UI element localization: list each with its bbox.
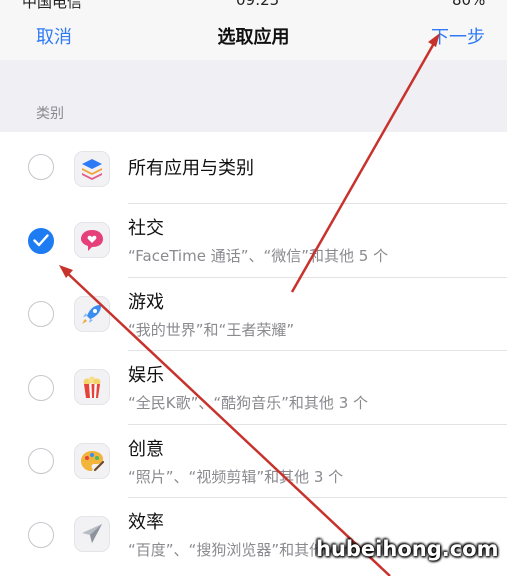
status-bar: 中国电信 09:25 80% <box>0 0 507 14</box>
radio-button-games[interactable] <box>28 301 54 327</box>
radio-button-creativity[interactable] <box>28 448 54 474</box>
paint-palette-icon <box>74 443 110 479</box>
list-item-title: 游戏 <box>128 292 164 313</box>
navigation-bar: 取消 选取应用 下一步 <box>0 14 507 60</box>
paper-plane-icon <box>74 516 110 552</box>
next-step-button[interactable]: 下一步 <box>431 23 485 49</box>
category-list: 所有应用与类别 社交 “FaceTime 通话”、“微信”和其他 5 个 游戏 … <box>0 132 507 576</box>
list-item-games[interactable]: 游戏 “我的世界”和“王者荣耀” <box>0 278 507 352</box>
popcorn-icon <box>74 369 110 405</box>
rocket-icon <box>74 296 110 332</box>
layers-stack-icon <box>74 151 110 187</box>
list-item-social[interactable]: 社交 “FaceTime 通话”、“微信”和其他 5 个 <box>0 204 507 278</box>
checkmark-icon <box>33 234 49 247</box>
list-item-entertainment[interactable]: 娱乐 “全民K歌”、“酷狗音乐”和其他 3 个 <box>0 351 507 425</box>
section-header-category: 类别 <box>36 106 64 122</box>
list-item-all-apps[interactable]: 所有应用与类别 <box>0 132 507 206</box>
battery-label: 80% <box>452 0 486 9</box>
chat-bubble-heart-icon <box>74 222 110 258</box>
list-item-subtitle: “全民K歌”、“酷狗音乐”和其他 3 个 <box>128 394 369 412</box>
radio-button-entertainment[interactable] <box>28 375 54 401</box>
radio-button-productivity[interactable] <box>28 522 54 548</box>
list-item-title: 所有应用与类别 <box>128 158 254 179</box>
list-item-subtitle: “我的世界”和“王者荣耀” <box>128 321 295 339</box>
list-item-subtitle: “FaceTime 通话”、“微信”和其他 5 个 <box>128 247 389 265</box>
carrier-label: 中国电信 <box>22 0 83 11</box>
list-item-title: 社交 <box>128 218 164 239</box>
list-item-title: 创意 <box>128 439 164 460</box>
list-item-subtitle: “照片”、“视频剪辑”和其他 3 个 <box>128 468 344 486</box>
radio-button-all-apps[interactable] <box>28 154 54 180</box>
status-time: 09:25 <box>236 0 280 9</box>
watermark: hubeihong.com <box>316 537 499 561</box>
list-item-title: 娱乐 <box>128 365 164 386</box>
radio-button-social-checked[interactable] <box>28 228 54 254</box>
list-item-title: 效率 <box>128 512 164 533</box>
section-background <box>0 60 507 132</box>
list-item-creativity[interactable]: 创意 “照片”、“视频剪辑”和其他 3 个 <box>0 425 507 499</box>
